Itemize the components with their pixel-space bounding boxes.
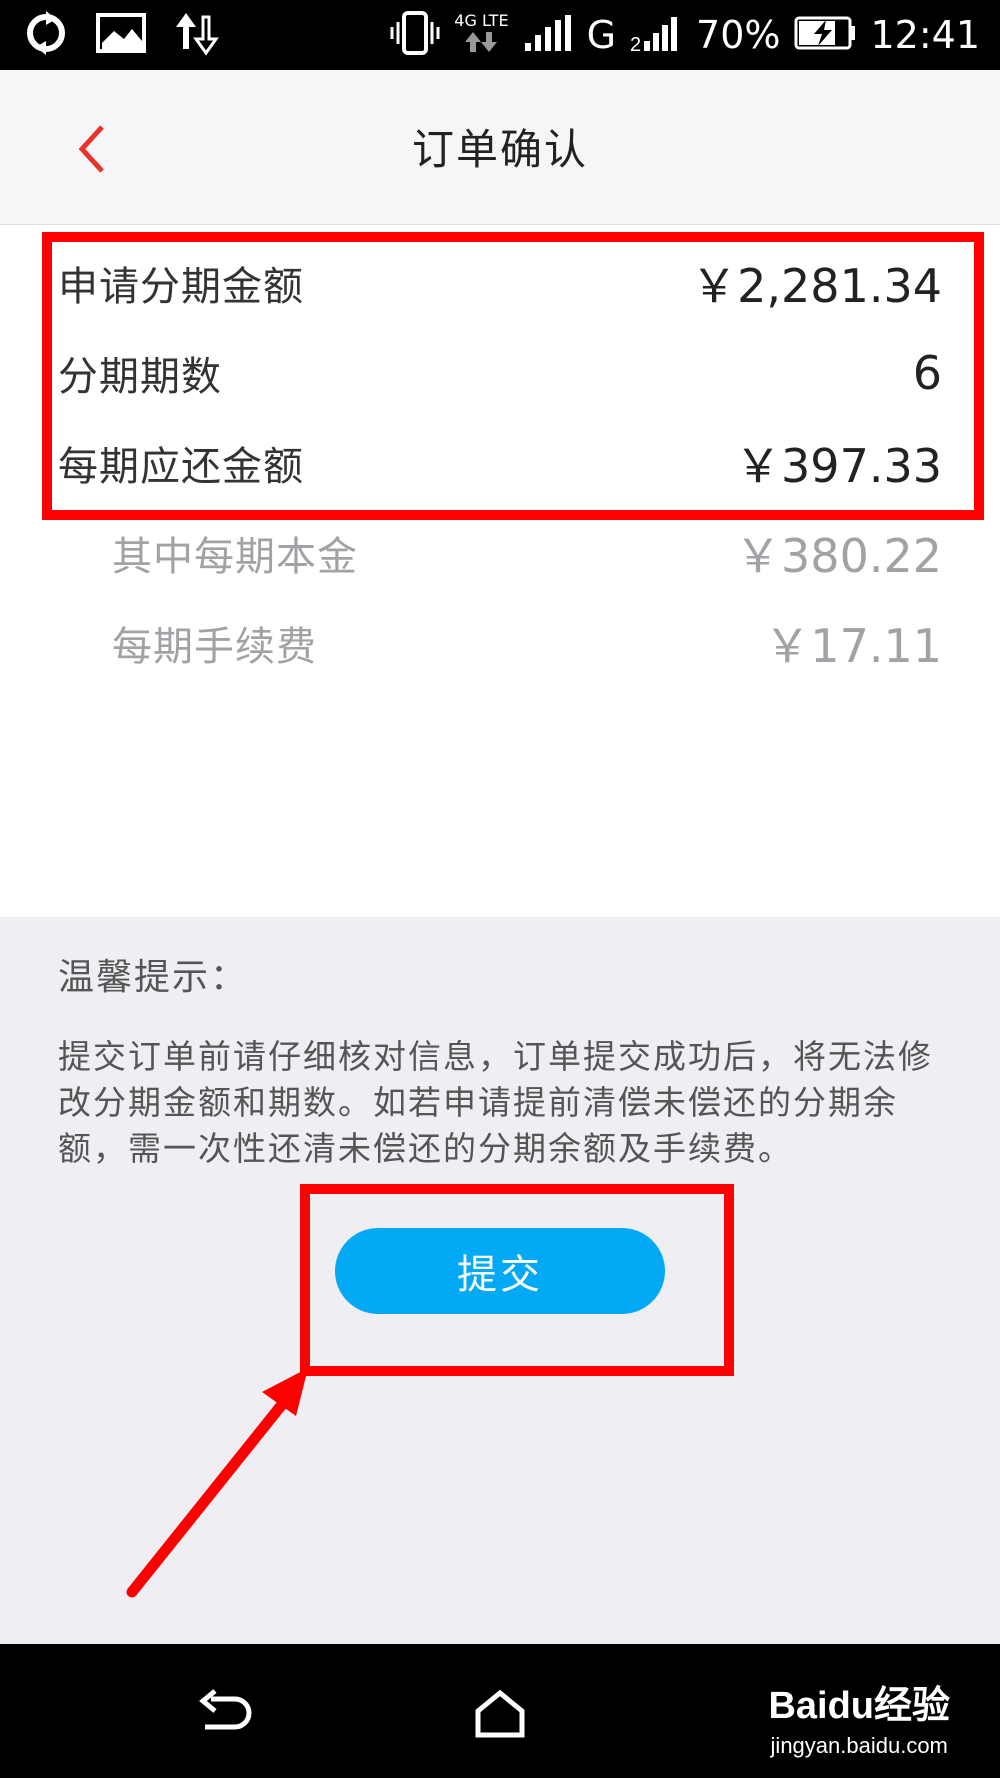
nav-bar: Baidu经验 jingyan.baidu.com: [0, 1644, 1000, 1778]
nav-home-button[interactable]: [460, 1674, 540, 1754]
annotation-arrow-icon: [126, 1368, 308, 1598]
watermark-url: jingyan.baidu.com: [770, 1733, 948, 1758]
back-arrow-icon: [199, 1689, 252, 1730]
nav-back-button[interactable]: [185, 1674, 265, 1754]
watermark-logo: Baidu经验: [768, 1685, 950, 1727]
home-icon: [475, 1689, 525, 1738]
baidu-watermark: Baidu经验 jingyan.baidu.com: [768, 1674, 950, 1759]
